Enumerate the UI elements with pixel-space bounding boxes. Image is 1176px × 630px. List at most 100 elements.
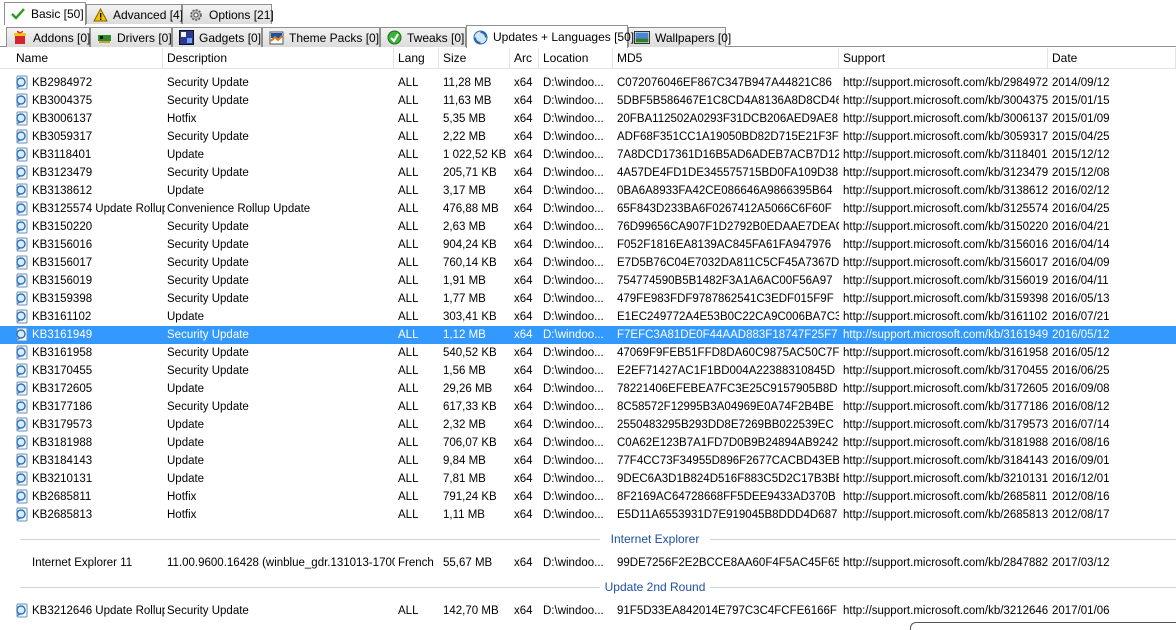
cell-name: KB3138612 [32,185,93,197]
cell-date: 2016/09/08 [1052,383,1110,395]
tab-advanced[interactable]: Advanced [4] [86,4,183,24]
table-row[interactable]: KB3161102 Update ALL 303,41 KB x64 D:\windoo.… [0,308,1176,326]
column-header-support[interactable]: Support [839,48,1048,69]
cell-size: 142,70 MB [443,605,499,617]
cell-loc: D:\windoo... [543,257,604,269]
table-row[interactable]: KB3156017 Security Update ALL 760,14 KB x64 D… [0,254,1176,272]
table-row-selected[interactable]: KB3161949 Security Update ALL 1,12 MB x64 D:\… [0,326,1176,344]
cell-desc: Security Update [167,347,249,359]
tab-tweaks[interactable]: Tweaks [0] [380,27,466,47]
tab-drivers[interactable]: Drivers [0] [90,27,172,47]
cell-desc: Security Update [167,401,249,413]
column-header-size[interactable]: Size [439,48,510,69]
column-header-md5[interactable]: MD5 [613,48,839,69]
cell-desc: Update [167,473,205,485]
table-row[interactable]: KB2685813 Hotfix ALL 1,11 MB x64 D:\windoo...… [0,506,1176,524]
cell-name: KB3156016 [32,239,93,251]
column-header-description[interactable]: Description [163,48,394,69]
cell-lang: ALL [398,221,419,233]
update-item-icon [15,111,29,126]
table-row[interactable]: KB3181988 Update ALL 706,07 KB x64 D:\windoo.… [0,434,1176,452]
cell-support: http://support.microsoft.com/kb/2847882 [843,557,1049,569]
table-row[interactable]: KB3138612 Update ALL 3,17 MB x64 D:\windoo...… [0,182,1176,200]
cell-md5: 9DEC6A3D1B824D516F883C5D2C17B3BB [617,473,839,485]
cell-support: http://support.microsoft.com/kb/3156019 [843,275,1049,287]
update-item-icon [15,255,29,270]
cell-md5: 0BA6A8933FA42CE086646A9866395B64 [617,185,833,197]
cell-size: 29,26 MB [443,383,493,395]
update-item-icon [15,603,29,618]
cell-support: http://support.microsoft.com/kb/2685811 [843,491,1048,503]
cell-lang: ALL [398,293,419,305]
table-row[interactable]: KB2984972 Security Update ALL 11,28 MB x64 D:… [0,74,1176,92]
table-row[interactable]: KB3059317 Security Update ALL 2,22 MB x64 D:\… [0,128,1176,146]
group-header[interactable]: Update 2nd Round [0,578,1176,596]
cell-arc: x64 [514,239,533,251]
cell-loc: D:\windoo... [543,95,604,107]
tab-basic[interactable]: Basic [50] [4,2,86,25]
cell-lang: ALL [398,257,419,269]
tab-theme-packs[interactable]: Theme Packs [0] [262,27,380,47]
cell-md5: 78221406EFEBEA7FC3E25C9157905B8D [617,383,838,395]
table-row[interactable]: KB3118401 Update ALL 1 022,52 KB x64 D:\windo… [0,146,1176,164]
tab-addons[interactable]: Addons [0] [6,27,90,47]
column-header-arc[interactable]: Arc [510,48,539,69]
column-header-location[interactable]: Location [539,48,613,69]
tab-wallpapers[interactable]: Wallpapers [0] [628,27,731,47]
table-row[interactable]: KB3210131 Update ALL 7,81 MB x64 D:\windoo...… [0,470,1176,488]
update-item-icon [15,237,29,252]
table-row[interactable]: KB3177186 Security Update ALL 617,33 KB x64 D… [0,398,1176,416]
cell-md5: 4A57DE4FD1DE345575715BD0FA109D38 [617,167,839,179]
wallpaper-icon [634,30,650,46]
column-header-name[interactable]: Name [12,48,163,69]
cell-arc: x64 [514,401,533,413]
table-row[interactable]: KB3172605 Update ALL 29,26 MB x64 D:\windoo..… [0,380,1176,398]
table-row[interactable]: KB3123479 Security Update ALL 205,71 KB x64 D… [0,164,1176,182]
cell-desc: Security Update [167,275,249,287]
group-header[interactable]: Internet Explorer [0,530,1176,548]
cell-size: 5,35 MB [443,113,486,125]
update-item-icon [15,507,29,522]
tab-gadgets[interactable]: Gadgets [0] [172,27,262,47]
cell-lang: ALL [398,347,419,359]
table-row[interactable]: KB3006137 Hotfix ALL 5,35 MB x64 D:\windoo...… [0,110,1176,128]
table-row[interactable]: KB3179573 Update ALL 2,32 MB x64 D:\windoo...… [0,416,1176,434]
tab-options[interactable]: Options [21] [182,4,274,24]
column-header-date[interactable]: Date [1048,48,1176,69]
column-header-lang[interactable]: Lang [394,48,439,69]
tab-updates-languages[interactable]: Updates + Languages [50] [466,25,634,48]
table-row[interactable]: Internet Explorer 11 11.00.9600.16428 (wi… [0,554,1176,572]
table-row[interactable]: KB3156019 Security Update ALL 1,91 MB x64 D:\… [0,272,1176,290]
cell-lang: ALL [398,455,419,467]
update-item-icon [15,453,29,468]
cell-loc: D:\windoo... [543,311,604,323]
cell-md5: 5DBF5B586467E1C8CD4A8136A8D8CD46 [617,95,839,107]
cell-support: http://support.microsoft.com/kb/3161958 [843,347,1049,359]
table-row[interactable]: KB3161958 Security Update ALL 540,52 KB x64 D… [0,344,1176,362]
cell-loc: D:\windoo... [543,365,604,377]
cell-arc: x64 [514,605,533,617]
cell-arc: x64 [514,257,533,269]
table-row[interactable]: KB3212646 Update Rollup Security Update AL… [0,602,1176,620]
table-row[interactable]: KB2685811 Hotfix ALL 791,24 KB x64 D:\windoo.… [0,488,1176,506]
cell-md5: 7A8DCD17361D16B5AD6ADEB7ACB7D129 [617,149,839,161]
update-item-icon [15,345,29,360]
cell-lang: ALL [398,275,419,287]
cell-name: KB3123479 [32,167,93,179]
table-row[interactable]: KB3170455 Security Update ALL 1,56 MB x64 D:\… [0,362,1176,380]
cell-date: 2016/08/16 [1052,437,1110,449]
table-row[interactable]: KB3159398 Security Update ALL 1,77 MB x64 D:\… [0,290,1176,308]
cell-date: 2016/04/09 [1052,257,1110,269]
cell-arc: x64 [514,557,533,569]
tab-label: Addons [0] [33,30,91,45]
table-row[interactable]: KB3125574 Update Rollup Convenience Rollu… [0,200,1176,218]
table-row[interactable]: KB3156016 Security Update ALL 904,24 KB x64 D… [0,236,1176,254]
table-row[interactable]: KB3004375 Security Update ALL 11,63 MB x64 D:… [0,92,1176,110]
cell-loc: D:\windoo... [543,557,604,569]
table-row[interactable]: KB3184143 Update ALL 9,84 MB x64 D:\windoo...… [0,452,1176,470]
cell-name: KB3006137 [32,113,93,125]
cell-arc: x64 [514,77,533,89]
cell-arc: x64 [514,275,533,287]
table-row[interactable]: KB3150220 Security Update ALL 2,63 MB x64 D:\… [0,218,1176,236]
tab-strip-categories: Addons [0] Drivers [0] Gadgets [0] Theme Pa… [0,25,1176,48]
